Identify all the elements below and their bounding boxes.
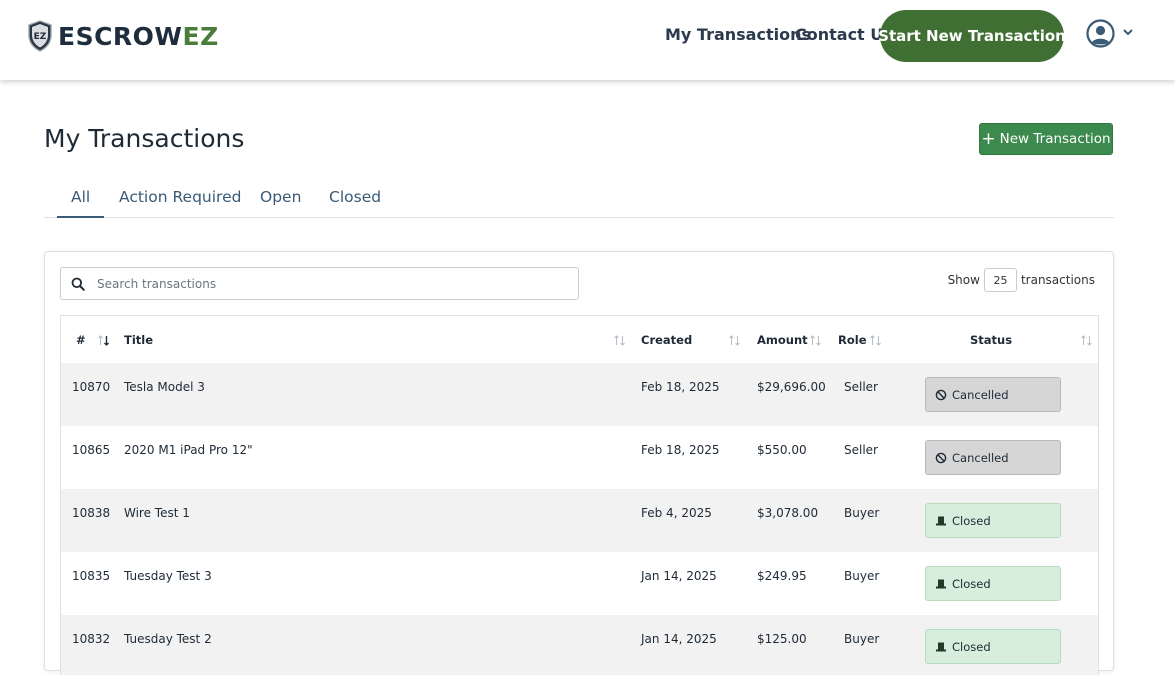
new-transaction-button[interactable]: + New Transaction: [979, 123, 1113, 155]
top-navbar: EZ ESCROWEZ My Transactions Contact Us S…: [0, 0, 1175, 80]
cell-title[interactable]: Tuesday Test 3: [124, 568, 212, 584]
cell-title[interactable]: Tuesday Test 2: [124, 631, 212, 647]
col-header-title[interactable]: Title: [124, 332, 153, 348]
table-row[interactable]: 10832 Tuesday Test 2 Jan 14, 2025 $125.0…: [61, 615, 1098, 675]
search-box[interactable]: [60, 267, 579, 300]
transactions-card: Show 25 transactions # Title Created Amo…: [44, 251, 1114, 675]
table-row[interactable]: 10865 2020 M1 iPad Pro 12" Feb 18, 2025 …: [61, 426, 1098, 489]
plus-icon: +: [981, 128, 996, 149]
status-badge[interactable]: Closed: [925, 503, 1061, 538]
sort-icon[interactable]: [869, 334, 882, 347]
col-header-created[interactable]: Created: [641, 332, 692, 348]
transactions-label: transactions: [1020, 273, 1095, 287]
start-new-transaction-button[interactable]: Start New Transaction: [878, 10, 1066, 62]
tab-all[interactable]: All: [71, 185, 90, 209]
cell-created: Feb 4, 2025: [641, 506, 712, 520]
cell-created: Jan 14, 2025: [641, 569, 717, 583]
cell-id: 10870: [72, 380, 111, 394]
shield-logo-icon: EZ: [28, 20, 52, 52]
cell-created: Jan 14, 2025: [641, 632, 717, 646]
cell-role: Seller: [844, 380, 878, 394]
cell-created: Feb 18, 2025: [641, 443, 720, 457]
cell-id: 10865: [72, 443, 111, 457]
ban-icon: [935, 389, 947, 400]
transaction-tabs: All Action Required Open Closed: [44, 177, 1114, 218]
cell-role: Seller: [844, 443, 878, 457]
table-row[interactable]: 10870 Tesla Model 3 Feb 18, 2025 $29,696…: [61, 363, 1098, 426]
tab-open[interactable]: Open: [260, 185, 301, 209]
hat-icon: [936, 579, 946, 588]
col-header-id[interactable]: #: [76, 332, 86, 348]
cell-amount: $3,078.00: [757, 506, 819, 520]
sort-icon[interactable]: [728, 334, 741, 347]
escrowez-logo[interactable]: EZ ESCROWEZ: [27, 19, 219, 53]
chevron-down-icon[interactable]: [1122, 27, 1134, 37]
cell-amount: $550.00: [757, 443, 807, 457]
page-size-select[interactable]: 25: [983, 268, 1017, 292]
page-title: My Transactions: [44, 124, 245, 153]
col-header-amount[interactable]: Amount: [757, 332, 808, 348]
status-label: Cancelled: [952, 387, 1009, 402]
search-icon: [71, 277, 85, 291]
cell-role: Buyer: [844, 632, 880, 646]
cell-id: 10835: [72, 569, 111, 583]
transactions-table: # Title Created Amount Role Status 10870…: [60, 315, 1099, 675]
cell-title[interactable]: Tesla Model 3: [124, 379, 205, 395]
cell-id: 10838: [72, 506, 111, 520]
show-label: Show: [947, 273, 980, 287]
cell-amount: $249.95: [757, 569, 807, 583]
ban-icon: [935, 452, 947, 463]
user-circle-icon[interactable]: [1086, 19, 1115, 48]
cell-role: Buyer: [844, 569, 880, 583]
hat-icon: [936, 516, 946, 525]
cell-role: Buyer: [844, 506, 880, 520]
sort-icon[interactable]: [1080, 334, 1093, 347]
active-tab-indicator: [57, 216, 104, 218]
status-label: Closed: [952, 513, 991, 528]
tab-closed[interactable]: Closed: [329, 185, 381, 209]
col-header-role[interactable]: Role: [838, 332, 867, 348]
sort-desc-icon[interactable]: [97, 334, 110, 347]
table-row[interactable]: 10835 Tuesday Test 3 Jan 14, 2025 $249.9…: [61, 552, 1098, 615]
new-transaction-label: New Transaction: [999, 131, 1111, 147]
status-label: Cancelled: [952, 450, 1009, 465]
status-label: Closed: [952, 639, 991, 654]
logo-wordmark: ESCROWEZ: [58, 24, 219, 49]
col-header-status[interactable]: Status: [970, 332, 1012, 348]
nav-my-transactions[interactable]: My Transactions: [665, 24, 811, 46]
status-badge[interactable]: Closed: [925, 629, 1061, 664]
cell-id: 10832: [72, 632, 111, 646]
cell-amount: $125.00: [757, 632, 807, 646]
status-badge[interactable]: Cancelled: [925, 377, 1061, 412]
status-badge[interactable]: Cancelled: [925, 440, 1061, 475]
cell-title[interactable]: Wire Test 1: [124, 505, 190, 521]
table-header: # Title Created Amount Role Status: [61, 316, 1098, 363]
cell-title[interactable]: 2020 M1 iPad Pro 12": [124, 442, 253, 458]
tab-action-required[interactable]: Action Required: [119, 185, 241, 209]
sort-icon[interactable]: [809, 334, 822, 347]
status-label: Closed: [952, 576, 991, 591]
status-badge[interactable]: Closed: [925, 566, 1061, 601]
logo-suffix: EZ: [182, 21, 219, 51]
table-row[interactable]: 10838 Wire Test 1 Feb 4, 2025 $3,078.00 …: [61, 489, 1098, 552]
search-input[interactable]: [97, 276, 567, 291]
cell-created: Feb 18, 2025: [641, 380, 720, 394]
shield-text: EZ: [34, 32, 47, 42]
page-size-control: Show 25 transactions: [948, 268, 1095, 292]
cell-amount: $29,696.00: [757, 380, 826, 394]
sort-icon[interactable]: [613, 334, 626, 347]
logo-prefix: ESCROW: [58, 21, 183, 51]
